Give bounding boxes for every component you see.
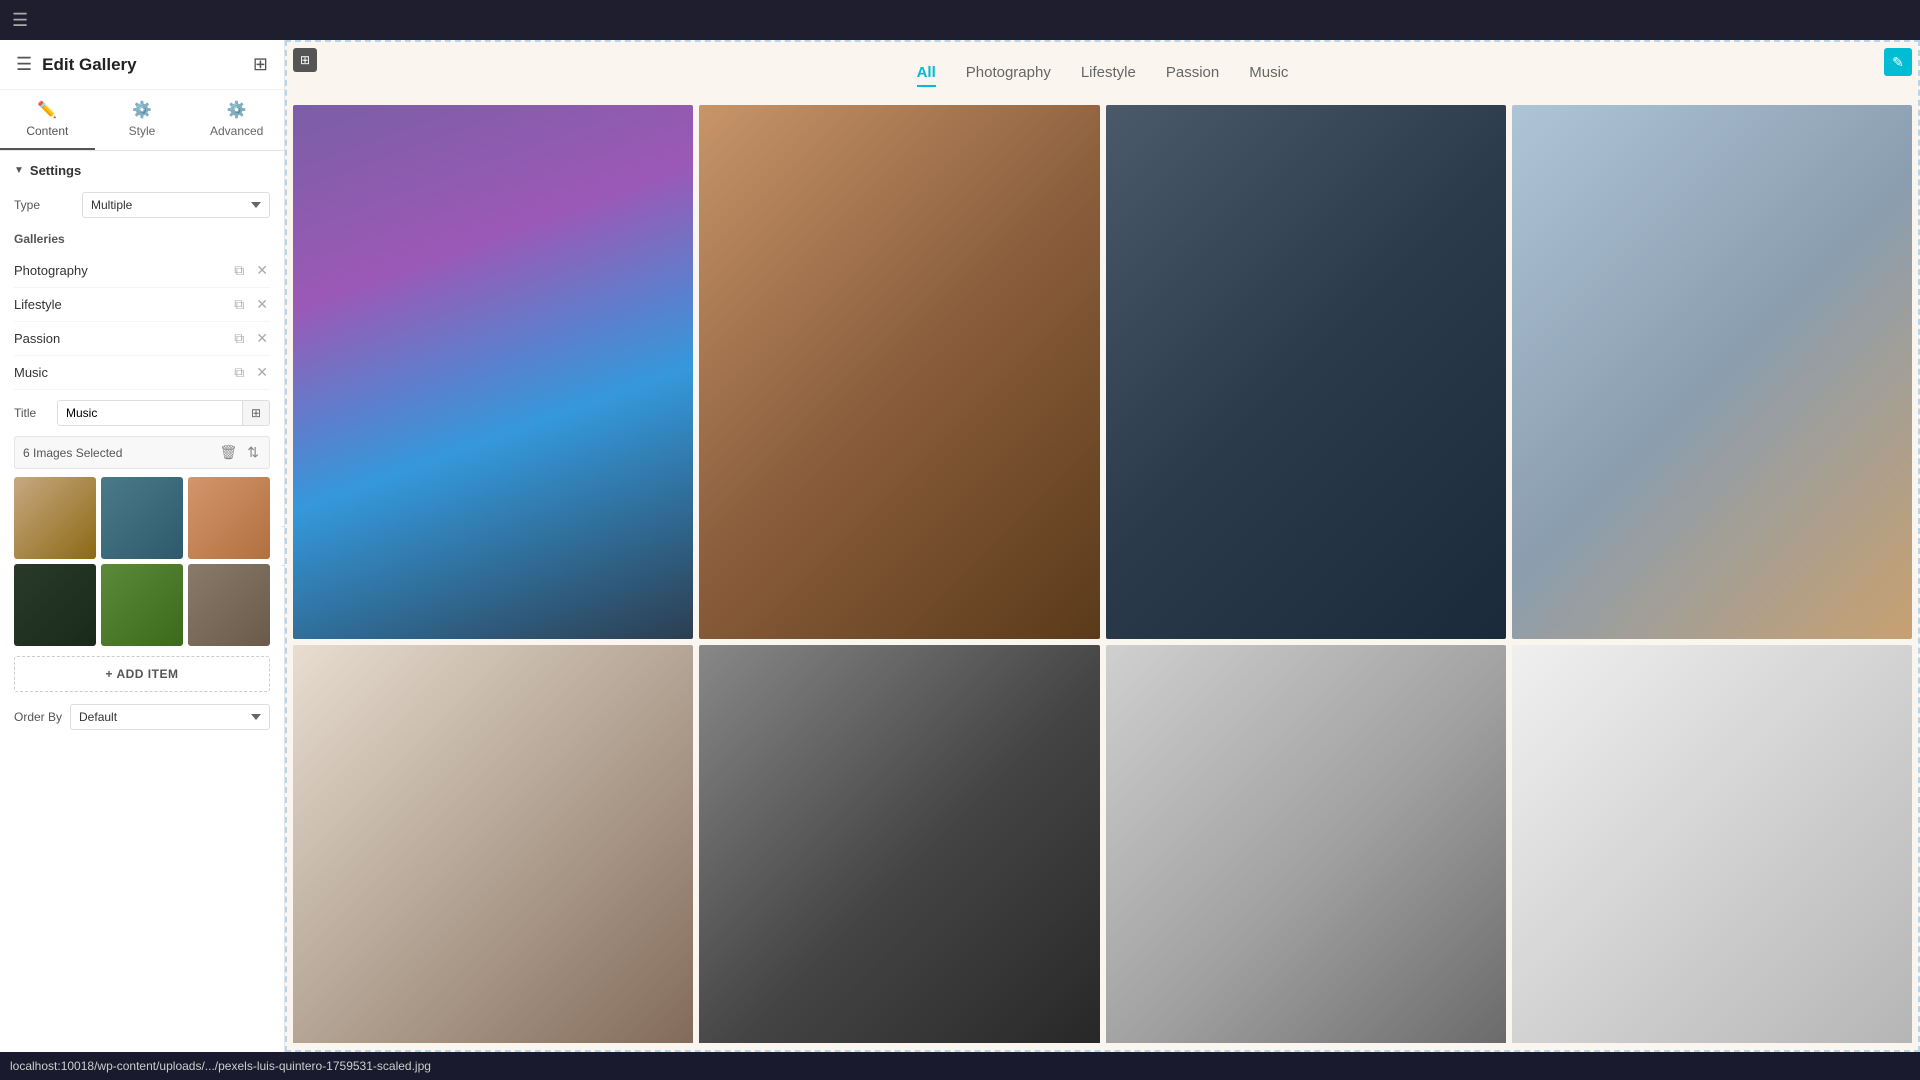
gallery-item-photography: Photography ⧉ ✕ [14, 254, 270, 288]
images-selected-text: 6 Images Selected [23, 446, 122, 460]
gallery-passion-copy-btn[interactable]: ⧉ [232, 328, 246, 349]
order-by-row: Order By Default [14, 704, 270, 730]
gallery-image-4[interactable] [1512, 105, 1912, 639]
gallery-lifestyle-name: Lifestyle [14, 297, 232, 312]
order-by-select[interactable]: Default [70, 704, 270, 730]
gallery-lifestyle-copy-btn[interactable]: ⧉ [232, 294, 246, 315]
tab-content[interactable]: ✏️ Content [0, 90, 95, 150]
top-bar: ☰ [0, 0, 1920, 40]
gallery-edit-btn[interactable]: ✎ [1884, 48, 1912, 76]
tab-advanced[interactable]: ⚙️ Advanced [189, 90, 284, 150]
gallery-photography-copy-btn[interactable]: ⧉ [232, 260, 246, 281]
add-item-button[interactable]: + ADD ITEM [14, 656, 270, 692]
title-row: Title ⊞ [14, 400, 270, 426]
gallery-music-name: Music [14, 365, 232, 380]
style-tab-icon: ⚙️ [132, 100, 152, 120]
sidebar-title: Edit Gallery [42, 55, 136, 75]
gallery-passion-name: Passion [14, 331, 232, 346]
filter-tabs: All Photography Lifestyle Passion Music [287, 42, 1918, 105]
type-field-row: Type Multiple [14, 192, 270, 218]
title-input-btn[interactable]: ⊞ [242, 401, 269, 425]
gallery-photography-delete-btn[interactable]: ✕ [254, 260, 270, 281]
main-area: ☰ Edit Gallery ⊞ ✏️ Content ⚙️ Style ⚙️ … [0, 40, 1920, 1052]
gallery-lifestyle-actions: ⧉ ✕ [232, 294, 270, 315]
gallery-music-actions: ⧉ ✕ [232, 362, 270, 383]
gallery-grid [287, 105, 1918, 1043]
thumbnail-3[interactable] [188, 477, 270, 559]
images-delete-btn[interactable]: 🗑 [217, 442, 239, 463]
hamburger-icon[interactable]: ☰ [12, 10, 28, 31]
tab-content-label: Content [26, 124, 68, 138]
gallery-image-3[interactable] [1106, 105, 1506, 639]
gallery-image-5[interactable] [293, 645, 693, 1043]
sidebar-header: ☰ Edit Gallery ⊞ [0, 40, 284, 90]
gallery-image-6[interactable] [699, 645, 1099, 1043]
filter-tab-music[interactable]: Music [1249, 60, 1288, 87]
gallery-image-1[interactable] [293, 105, 693, 639]
settings-arrow-icon: ▼ [14, 165, 24, 176]
images-selected-actions: 🗑 ⇅ [217, 442, 261, 463]
sidebar-grid-icon[interactable]: ⊞ [253, 54, 268, 75]
images-selected-bar: 6 Images Selected 🗑 ⇅ [14, 436, 270, 469]
settings-section-title: Settings [30, 163, 81, 178]
gallery-widget: ⊞ ✎ All Photography Lifestyle Passion Mu… [285, 40, 1920, 1052]
galleries-section: Galleries Photography ⧉ ✕ Lifestyle ⧉ ✕ [14, 232, 270, 390]
thumbnails-grid [14, 477, 270, 646]
thumbnail-6[interactable] [188, 564, 270, 646]
gallery-passion-actions: ⧉ ✕ [232, 328, 270, 349]
content-tab-icon: ✏️ [37, 100, 57, 120]
tab-style-label: Style [129, 124, 156, 138]
order-by-label: Order By [14, 710, 62, 724]
type-select[interactable]: Multiple [82, 192, 270, 218]
widget-handle[interactable]: ⊞ [293, 48, 317, 72]
filter-tab-all[interactable]: All [917, 60, 936, 87]
title-input[interactable] [58, 401, 242, 425]
thumbnail-2[interactable] [101, 477, 183, 559]
tab-style[interactable]: ⚙️ Style [95, 90, 190, 150]
sidebar-header-left: ☰ Edit Gallery [16, 54, 137, 75]
gallery-photography-name: Photography [14, 263, 232, 278]
sidebar: ☰ Edit Gallery ⊞ ✏️ Content ⚙️ Style ⚙️ … [0, 40, 285, 1052]
filter-tab-lifestyle[interactable]: Lifestyle [1081, 60, 1136, 87]
gallery-item-music: Music ⧉ ✕ [14, 356, 270, 390]
sidebar-hamburger-icon[interactable]: ☰ [16, 54, 32, 75]
filter-tab-passion[interactable]: Passion [1166, 60, 1219, 87]
edit-icon: ✎ [1892, 54, 1904, 71]
content-area: ⊞ ✎ All Photography Lifestyle Passion Mu… [285, 40, 1920, 1052]
thumbnail-1[interactable] [14, 477, 96, 559]
tab-advanced-label: Advanced [210, 124, 263, 138]
status-bar: localhost:10018/wp-content/uploads/.../p… [0, 1052, 1920, 1080]
gallery-music-copy-btn[interactable]: ⧉ [232, 362, 246, 383]
thumbnail-4[interactable] [14, 564, 96, 646]
gallery-image-7[interactable] [1106, 645, 1506, 1043]
images-reorder-btn[interactable]: ⇅ [245, 442, 261, 463]
galleries-label: Galleries [14, 232, 270, 246]
filter-tab-photography[interactable]: Photography [966, 60, 1051, 87]
gallery-passion-delete-btn[interactable]: ✕ [254, 328, 270, 349]
gallery-item-passion: Passion ⧉ ✕ [14, 322, 270, 356]
gallery-image-2[interactable] [699, 105, 1099, 639]
title-input-wrap: ⊞ [57, 400, 270, 426]
settings-section-header[interactable]: ▼ Settings [14, 163, 270, 178]
title-label: Title [14, 406, 49, 420]
gallery-photography-actions: ⧉ ✕ [232, 260, 270, 281]
gallery-image-8[interactable] [1512, 645, 1912, 1043]
thumbnail-5[interactable] [101, 564, 183, 646]
sidebar-tabs: ✏️ Content ⚙️ Style ⚙️ Advanced [0, 90, 284, 151]
widget-handle-icon: ⊞ [300, 53, 310, 67]
gallery-music-delete-btn[interactable]: ✕ [254, 362, 270, 383]
advanced-tab-icon: ⚙️ [227, 100, 247, 120]
type-label: Type [14, 198, 74, 212]
status-url: localhost:10018/wp-content/uploads/.../p… [10, 1059, 431, 1073]
gallery-lifestyle-delete-btn[interactable]: ✕ [254, 294, 270, 315]
gallery-item-lifestyle: Lifestyle ⧉ ✕ [14, 288, 270, 322]
settings-section: ▼ Settings Type Multiple Galleries Photo… [0, 151, 284, 752]
